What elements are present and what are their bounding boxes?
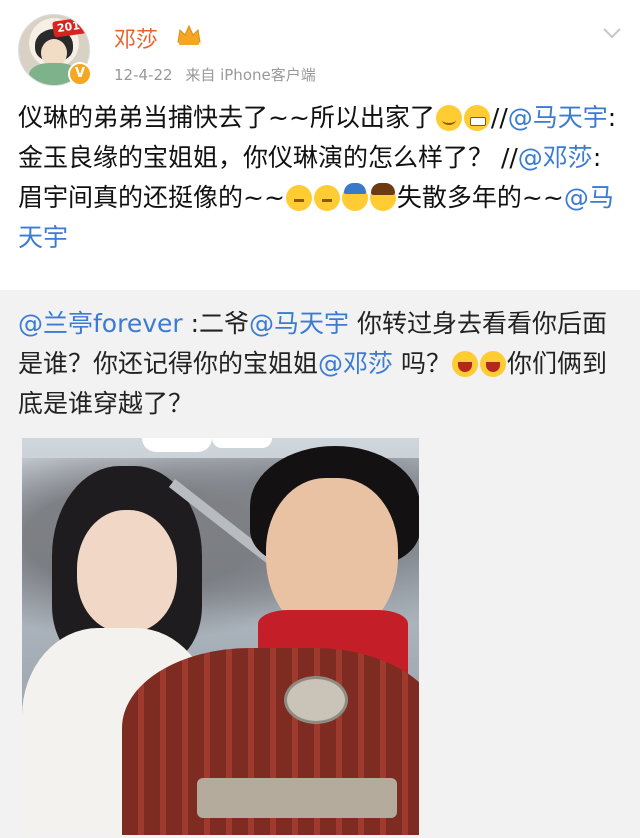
- mention-link[interactable]: @兰亭forever: [18, 309, 183, 338]
- cap-emoji-icon: [341, 183, 368, 211]
- repost-image[interactable]: [22, 438, 419, 835]
- mention-link[interactable]: @马天宇: [249, 309, 349, 338]
- smile-emoji-icon: [435, 105, 462, 131]
- crown-icon: [177, 24, 201, 45]
- post-content: 仪琳的弟弟当捕快去了~~所以出家了//@马天宇:金玉良缘的宝姐姐，你仪琳演的怎么…: [18, 98, 624, 258]
- post-text: 失散多年的~~: [396, 183, 564, 212]
- photo-woman-face: [77, 510, 177, 632]
- verified-badge: V: [68, 62, 92, 86]
- post-text: :二爷: [182, 309, 250, 338]
- username[interactable]: 邓莎: [114, 22, 158, 54]
- post-text: 吗？: [393, 349, 451, 378]
- sweat-emoji-icon: [313, 185, 340, 211]
- post-source: 来自 iPhone客户端: [185, 66, 316, 84]
- post-meta: 12-4-22 来自 iPhone客户端: [114, 64, 324, 85]
- avatar-2017-badge: 2017: [52, 16, 89, 38]
- photo-armor-belt: [197, 778, 397, 818]
- repost-card[interactable]: @兰亭forever :二爷@马天宇 你转过身去看看你后面是谁？你还记得你的宝姐…: [0, 290, 640, 838]
- hair-emoji-icon: [369, 183, 396, 211]
- laugh-emoji-icon: [451, 351, 478, 377]
- laugh-emoji-icon: [479, 351, 506, 377]
- photo-speech-bubble: [142, 438, 212, 452]
- teeth-emoji-icon: [463, 105, 490, 131]
- post-text: 仪琳的弟弟当捕快去了~~所以出家了: [18, 103, 435, 132]
- repost-content: @兰亭forever :二爷@马天宇 你转过身去看看你后面是谁？你还记得你的宝姐…: [18, 304, 624, 424]
- mention-link[interactable]: @马天宇: [508, 103, 608, 132]
- sweat-emoji-icon: [285, 185, 312, 211]
- post-text: //: [490, 103, 508, 132]
- photo-speech-bubble: [212, 438, 272, 448]
- mention-link[interactable]: @邓莎: [318, 349, 393, 378]
- post-date: 12-4-22: [114, 66, 173, 84]
- weibo-post: 2017 V 邓莎 12-4-22 来自 iPhone客户端 仪琳的弟弟当捕快去…: [0, 0, 640, 290]
- chevron-down-icon[interactable]: [602, 26, 622, 40]
- mention-link[interactable]: @邓莎: [518, 143, 593, 172]
- photo-armor-brooch: [284, 676, 348, 724]
